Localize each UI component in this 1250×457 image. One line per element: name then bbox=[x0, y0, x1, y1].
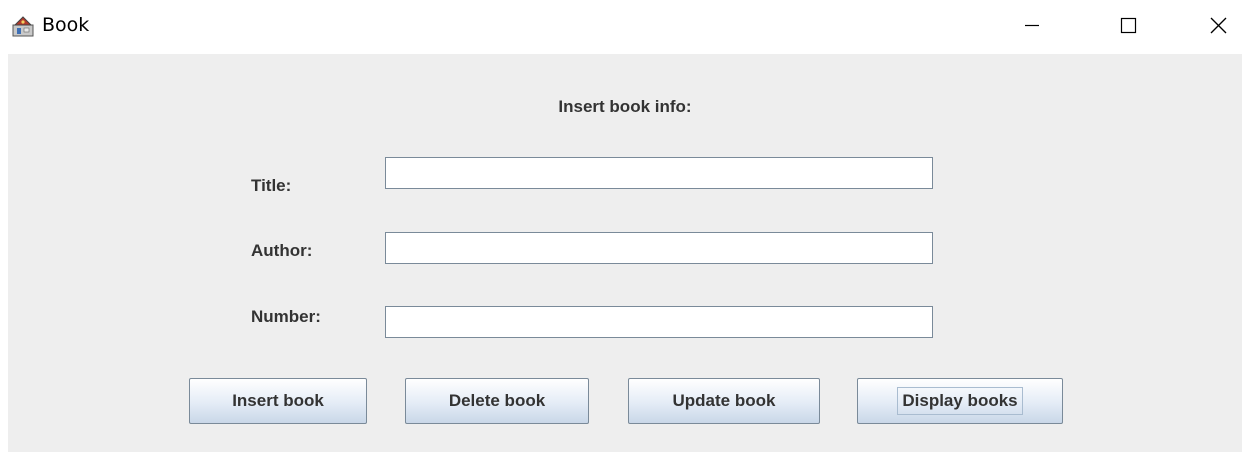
number-label: Number: bbox=[251, 307, 321, 326]
content-panel: Insert book info: Title: Author: Number:… bbox=[8, 54, 1242, 452]
number-input[interactable] bbox=[385, 306, 933, 338]
title-input[interactable] bbox=[385, 157, 933, 189]
update-book-label: Update book bbox=[672, 391, 776, 410]
title-label: Title: bbox=[251, 176, 292, 195]
display-books-button[interactable]: Display books bbox=[857, 378, 1063, 424]
insert-book-label: Insert book bbox=[232, 391, 324, 410]
close-icon bbox=[1210, 17, 1227, 34]
author-label: Author: bbox=[251, 241, 313, 260]
window-title: Book bbox=[42, 14, 90, 36]
display-books-label: Display books bbox=[897, 387, 1023, 415]
form-heading: Insert book info: bbox=[558, 97, 692, 116]
update-book-button[interactable]: Update book bbox=[628, 378, 820, 424]
java-app-icon bbox=[12, 16, 34, 37]
author-input[interactable] bbox=[385, 232, 933, 264]
close-button[interactable] bbox=[1188, 0, 1248, 50]
insert-book-button[interactable]: Insert book bbox=[189, 378, 367, 424]
maximize-button[interactable] bbox=[1098, 0, 1158, 50]
book-window: Book Insert book info: Title: Author: Nu… bbox=[0, 0, 1250, 457]
minimize-icon bbox=[1025, 24, 1039, 27]
delete-book-button[interactable]: Delete book bbox=[405, 378, 589, 424]
minimize-button[interactable] bbox=[1002, 0, 1062, 50]
title-bar[interactable]: Book bbox=[0, 0, 1250, 54]
delete-book-label: Delete book bbox=[448, 391, 546, 410]
maximize-icon bbox=[1120, 17, 1137, 34]
